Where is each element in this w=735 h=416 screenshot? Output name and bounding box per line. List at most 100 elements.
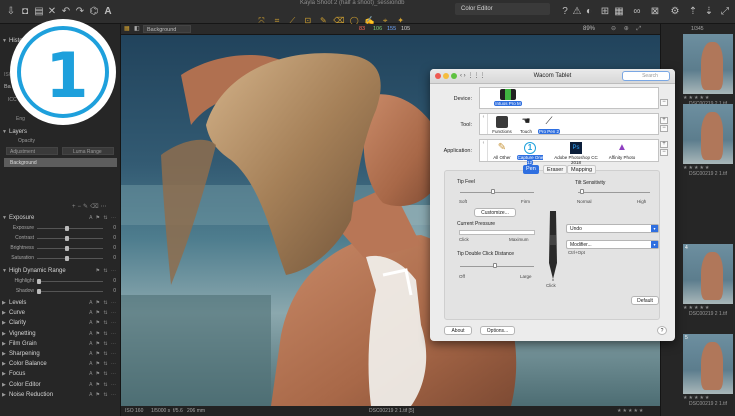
more-icon[interactable]: ⋯ (101, 204, 109, 210)
app-scroll-left[interactable]: ‹ (480, 140, 488, 161)
luma-range-button[interactable]: Luma Range (62, 147, 114, 155)
tool-header[interactable]: ▶ Levels A ⚑ ⇅ ⋯ (0, 298, 121, 308)
hdr-slider-track[interactable] (37, 291, 103, 292)
exposure-slider-row[interactable]: Contrast 0 (0, 234, 121, 242)
tool-header-icons[interactable]: A ⚑ ⇅ ⋯ (89, 361, 117, 367)
tool-header[interactable]: ▶ Sharpening A ⚑ ⇅ ⋯ (0, 349, 121, 359)
hdr-slider-track[interactable] (37, 281, 103, 282)
hdr-header[interactable]: ▼ High Dynamic Range ⚑ ⇅ ⋯ (0, 266, 121, 276)
exposure-slider-track[interactable] (37, 248, 103, 249)
hdr-slider-row[interactable]: Highlight 0 (0, 277, 121, 285)
tool-add-button[interactable]: + (660, 117, 668, 124)
hdr-tools-icons[interactable]: ⚑ ⇅ ⋯ (96, 268, 117, 274)
tip-feel-slider[interactable] (460, 192, 534, 193)
tool-header-icons[interactable]: A ⚑ ⇅ ⋯ (89, 310, 117, 316)
close-button[interactable] (435, 73, 441, 79)
background-layer[interactable]: Background (4, 158, 117, 167)
thumbnail[interactable]: 4 (683, 244, 733, 304)
erase-icon[interactable]: ⌫ (90, 204, 100, 210)
app-capture-one[interactable]: 1 Capture One 12 (514, 142, 546, 165)
camera-icon[interactable]: ◘ (20, 7, 30, 17)
fullscreen-icon[interactable]: ⤢ (720, 7, 730, 17)
color-editor-tab[interactable]: Color Editor (455, 3, 550, 15)
text-icon[interactable]: A (103, 7, 113, 17)
tool-header[interactable]: ▶ Clarity A ⚑ ⇅ ⋯ (0, 318, 121, 328)
exposure-slider-row[interactable]: Brightness 0 (0, 244, 121, 252)
tool-scroll-left[interactable]: ‹ (480, 114, 488, 134)
exposure-slider-value[interactable]: 0 (113, 235, 116, 241)
tool-header-icons[interactable]: A ⚑ ⇅ ⋯ (89, 331, 117, 337)
tab-mapping[interactable]: Mapping (567, 165, 597, 174)
thumbnail[interactable] (683, 34, 733, 94)
exposure-warning-icon[interactable]: ◐ (584, 7, 594, 17)
apply-adjustments-icon[interactable]: ⇣ (704, 7, 714, 17)
app-remove-button[interactable]: − (660, 149, 668, 156)
options-button[interactable]: Options... (480, 326, 515, 335)
grid-icon[interactable]: ⊞ (600, 7, 610, 17)
exposure-slider-knob[interactable] (64, 256, 69, 261)
tab-eraser[interactable]: Eraser (543, 165, 568, 174)
warning-icon[interactable]: ⚠ (572, 7, 582, 17)
exposure-header[interactable]: ▼ Exposure A ⚑ ⇅ ⋯ (0, 213, 121, 223)
hdr-slider-value[interactable]: 0 (113, 288, 116, 294)
compare-icon[interactable]: ⊠ (650, 7, 660, 17)
tool-header[interactable]: ▶ Noise Reduction A ⚑ ⇅ ⋯ (0, 390, 121, 400)
device-remove-button[interactable]: − (660, 99, 668, 106)
glasses-icon[interactable]: ∞ (632, 7, 642, 17)
zoom-button[interactable] (451, 73, 457, 79)
exposure-slider-value[interactable]: 0 (113, 245, 116, 251)
tool-header[interactable]: ▶ Color Balance A ⚑ ⇅ ⋯ (0, 359, 121, 369)
exposure-slider-track[interactable] (37, 228, 103, 229)
brush-icon[interactable]: ✎ (83, 204, 90, 210)
proof-icon[interactable]: ▦ (614, 7, 624, 17)
app-add-button[interactable]: + (660, 141, 668, 148)
help-button[interactable]: ? (657, 326, 667, 335)
zoom-level[interactable]: 89% (583, 26, 595, 32)
zoom-controls-icons[interactable]: ⊖ ⊕ ⤢ (611, 25, 644, 33)
adjustment-select[interactable]: Adjustment (6, 147, 58, 155)
exposure-slider-value[interactable]: 0 (113, 255, 116, 261)
exposure-slider-knob[interactable] (64, 236, 69, 241)
tool-header[interactable]: ▶ Film Grain A ⚑ ⇅ ⋯ (0, 339, 121, 349)
device-intuos[interactable]: Intuos Pro M (488, 89, 528, 106)
layers-header[interactable]: ▼ Layers (0, 127, 121, 137)
copy-adjustments-icon[interactable]: ⇡ (688, 7, 698, 17)
exposure-slider-value[interactable]: 0 (113, 225, 116, 231)
hdr-slider-knob[interactable] (36, 279, 41, 284)
tool-header-icons[interactable]: A ⚑ ⇅ ⋯ (89, 351, 117, 357)
import-icon[interactable]: ⇩ (6, 7, 16, 17)
exposure-slider-row[interactable]: Saturation 0 (0, 254, 121, 262)
tool-pro-pen[interactable]: ⟋ Pro Pen 2 (536, 116, 562, 134)
layer-select[interactable]: Background (143, 25, 191, 33)
tool-remove-button[interactable]: − (660, 125, 668, 132)
hdr-slider-row[interactable]: Shadow 0 (0, 287, 121, 295)
customize-button[interactable]: Customize... (474, 208, 516, 217)
delete-icon[interactable]: ✕ (47, 7, 57, 17)
app-affinity[interactable]: ▲ Affinity Photo (606, 142, 638, 160)
thumbnail[interactable]: 5 (683, 334, 733, 394)
layers-toggle-icon[interactable]: ▦ (124, 25, 130, 32)
search-field[interactable]: Search (622, 71, 670, 81)
upper-button-select[interactable]: Undo ▾ (566, 224, 659, 233)
exposure-slider-track[interactable] (37, 258, 103, 259)
undo-icon[interactable]: ↶ (61, 7, 71, 17)
tool-header[interactable]: ▶ Vignetting A ⚑ ⇅ ⋯ (0, 329, 121, 339)
status-rating[interactable]: ★★★★★ (617, 408, 644, 414)
exposure-tools-icons[interactable]: A ⚑ ⇅ ⋯ (89, 215, 117, 221)
lower-button-select[interactable]: Modifier... ▾ (566, 240, 659, 249)
double-click-knob[interactable] (493, 263, 497, 268)
app-photoshop[interactable]: Ps Adobe Photoshop CC 2018 (550, 142, 602, 165)
app-all-other[interactable]: ✎ All Other (490, 142, 514, 160)
dialog-nav-icons[interactable]: ‹ › ⋮⋮⋮ (460, 72, 485, 79)
minimize-button[interactable] (443, 73, 449, 79)
default-button[interactable]: Default (631, 296, 659, 305)
process-icon[interactable]: ⌬ (89, 7, 99, 17)
tool-header[interactable]: ▶ Curve A ⚑ ⇅ ⋯ (0, 308, 121, 318)
exposure-slider-track[interactable] (37, 238, 103, 239)
tool-header[interactable]: ▶ Focus A ⚑ ⇅ ⋯ (0, 369, 121, 379)
exposure-slider-knob[interactable] (64, 246, 69, 251)
tool-touch[interactable]: ☚ Touch (514, 116, 538, 134)
redo-icon[interactable]: ↷ (75, 7, 85, 17)
tool-header-icons[interactable]: A ⚑ ⇅ ⋯ (89, 382, 117, 388)
tool-header-icons[interactable]: A ⚑ ⇅ ⋯ (89, 392, 117, 398)
